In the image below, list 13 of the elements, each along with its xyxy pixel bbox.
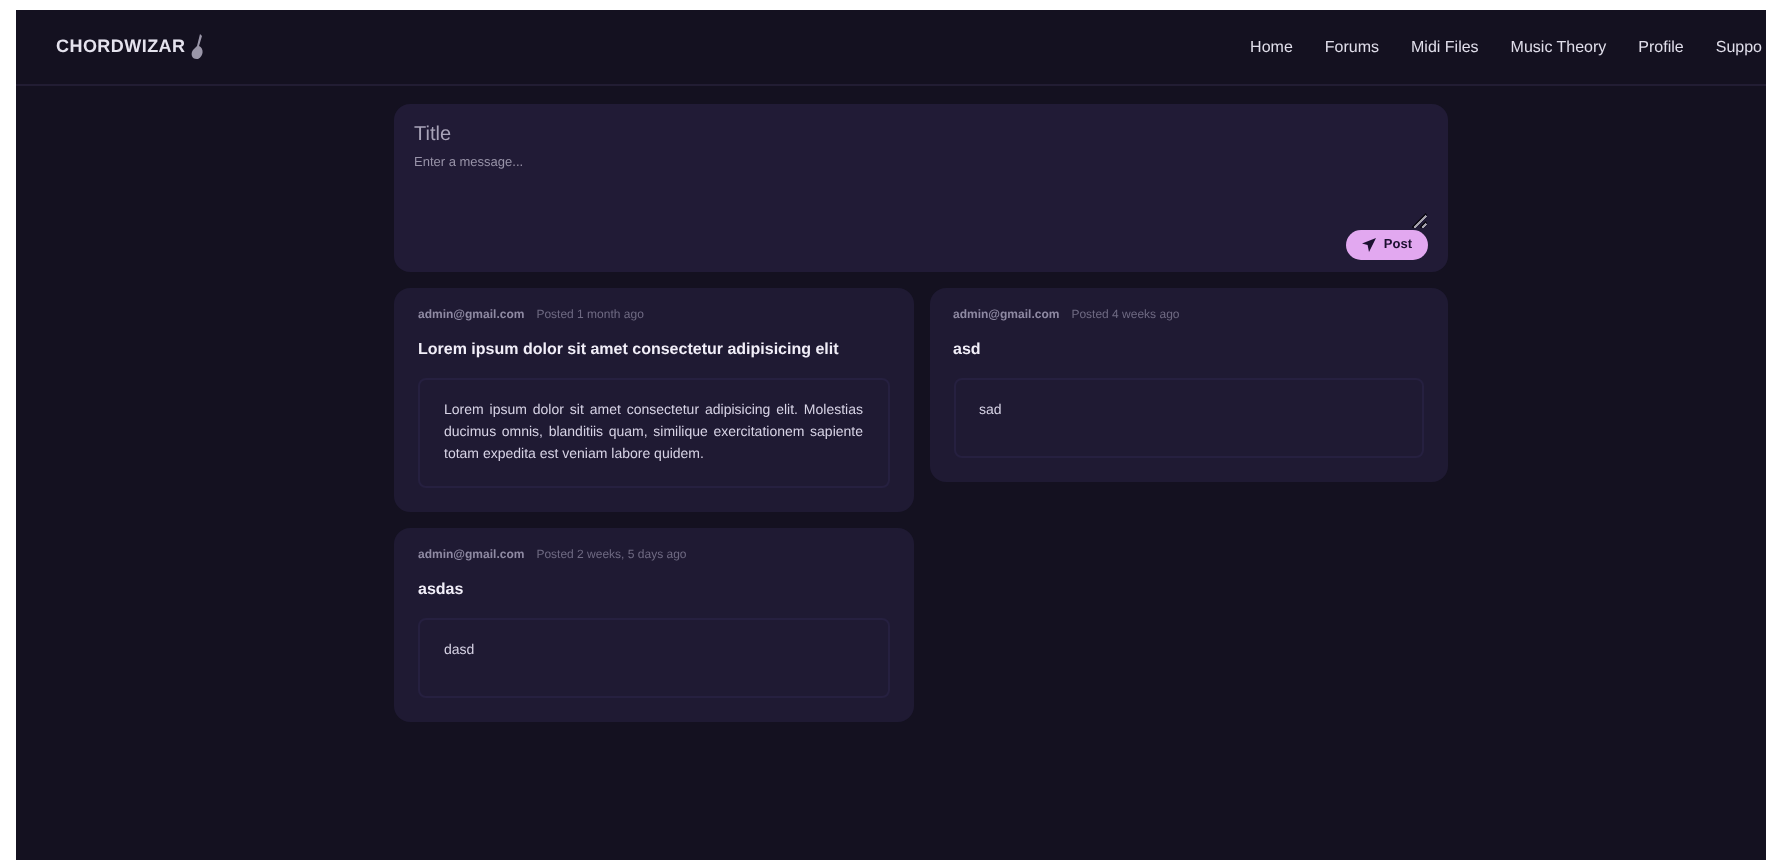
post-title: asdas: [418, 578, 466, 602]
nav-link[interactable]: Suppo: [1715, 35, 1762, 59]
post-title: Lorem ipsum dolor sit amet consectetur adipisicing elit: [418, 338, 841, 362]
brand-logo-text[interactable]: CHORDWIZAR: [56, 33, 186, 61]
nav-link[interactable]: Midi Files: [1411, 35, 1479, 59]
nav-link[interactable]: Forums: [1324, 35, 1380, 59]
send-icon: [1361, 238, 1376, 252]
nav-link[interactable]: Home: [1250, 35, 1293, 59]
title-field[interactable]: Title: [414, 120, 1428, 150]
nav-link[interactable]: Profile: [1638, 35, 1684, 59]
guitar-icon: [189, 34, 206, 60]
post-title: asd: [953, 338, 983, 362]
nav-link[interactable]: Music Theory: [1510, 35, 1607, 59]
